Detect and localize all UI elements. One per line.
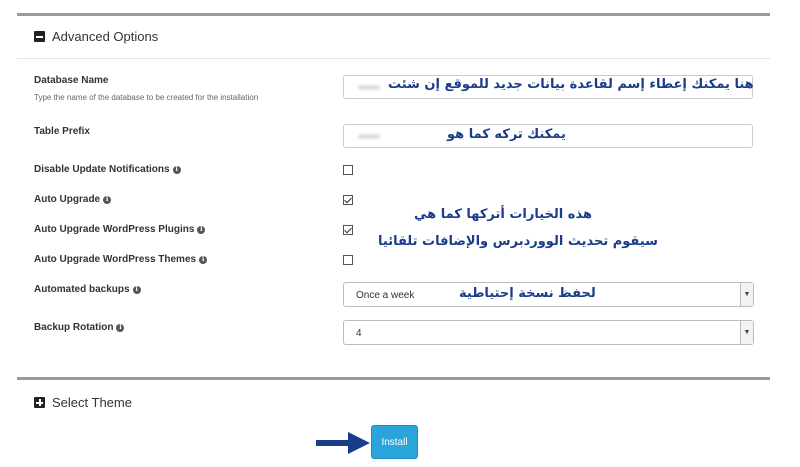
section-border xyxy=(17,377,770,380)
database-name-help: Type the name of the database to be crea… xyxy=(34,93,259,102)
info-icon[interactable]: i xyxy=(132,285,141,294)
chevron-down-icon[interactable]: ▼ xyxy=(740,321,753,344)
blurred-value xyxy=(358,85,380,90)
backup-rotation-select[interactable]: 4 ▼ xyxy=(343,320,754,345)
info-icon[interactable]: i xyxy=(172,165,181,174)
auto-upgrade-themes-checkbox[interactable] xyxy=(343,255,353,265)
disable-update-notifications-checkbox[interactable] xyxy=(343,165,353,175)
advanced-options-title: Advanced Options xyxy=(52,29,159,44)
checkbox-annotation-line2: سيقوم تحديث الووردبرس والإضافات تلقائيا xyxy=(378,234,658,249)
select-theme-title: Select Theme xyxy=(52,395,132,410)
section-top-border xyxy=(17,13,770,16)
table-prefix-label: Table Prefix xyxy=(34,126,90,137)
auto-upgrade-label: Auto Upgrade i xyxy=(34,194,112,205)
info-icon[interactable]: i xyxy=(199,255,208,264)
table-prefix-annotation: يمكنك تركه كما هو xyxy=(447,127,566,142)
database-name-label: Database Name xyxy=(34,75,109,86)
select-theme-header[interactable]: Select Theme xyxy=(34,395,132,410)
automated-backups-annotation: لحفظ نسخة إحتياطية xyxy=(459,286,596,301)
divider xyxy=(17,58,770,59)
info-icon[interactable]: i xyxy=(197,225,206,234)
advanced-options-header[interactable]: Advanced Options xyxy=(34,29,158,44)
auto-upgrade-plugins-label: Auto Upgrade WordPress Plugins i xyxy=(34,224,206,235)
chevron-down-icon[interactable]: ▼ xyxy=(740,283,753,306)
info-icon[interactable]: i xyxy=(103,195,112,204)
automated-backups-label: Automated backups i xyxy=(34,284,141,295)
expand-icon[interactable] xyxy=(34,397,45,408)
info-icon[interactable]: i xyxy=(116,323,125,332)
backup-rotation-label: Backup Rotation i xyxy=(34,322,125,333)
auto-upgrade-plugins-checkbox[interactable] xyxy=(343,225,353,235)
arrow-right-icon xyxy=(316,432,370,454)
collapse-icon[interactable] xyxy=(34,31,45,42)
backup-rotation-value: 4 xyxy=(356,328,362,339)
checkbox-annotation-line1: هذه الخيارات أتركها كما هي xyxy=(414,207,592,222)
automated-backups-value: Once a week xyxy=(356,290,415,301)
auto-upgrade-themes-label: Auto Upgrade WordPress Themes i xyxy=(34,254,208,265)
install-button[interactable]: Install xyxy=(371,425,418,459)
database-name-annotation: هنا يمكنك إعطاء إسم لقاعدة بيانات جديد ل… xyxy=(388,77,754,92)
disable-update-notifications-label: Disable Update Notifications i xyxy=(34,164,181,175)
blurred-value xyxy=(358,134,380,139)
auto-upgrade-checkbox[interactable] xyxy=(343,195,353,205)
